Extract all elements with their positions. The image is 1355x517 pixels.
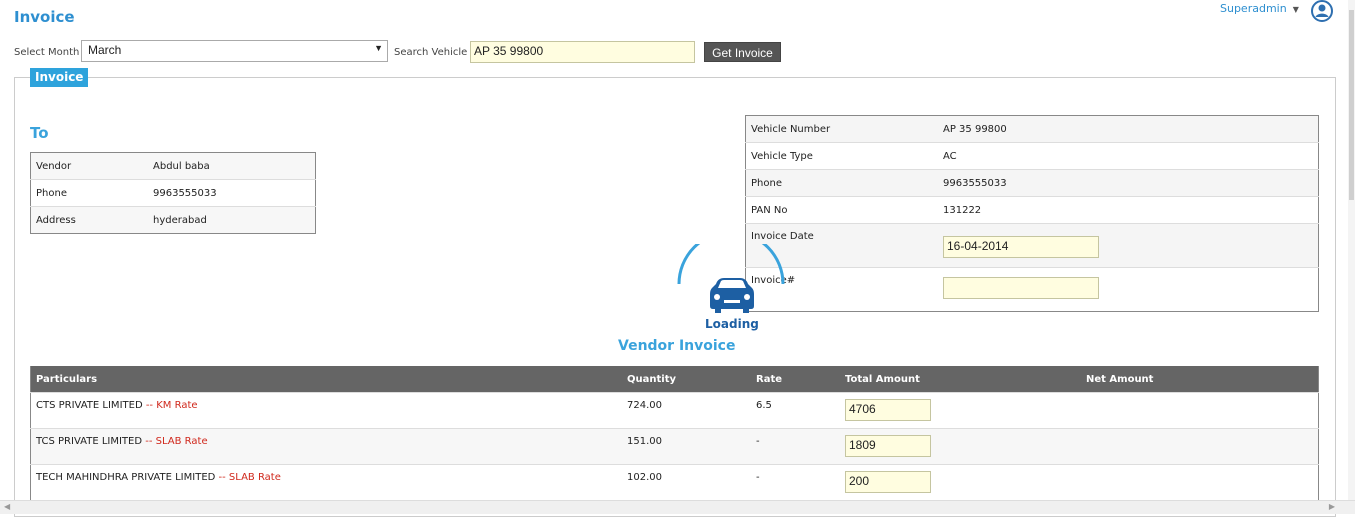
- company-name: CTS PRIVATE LIMITED: [36, 400, 143, 411]
- net-amount-cell: [1081, 464, 1319, 501]
- vehicle-phone-label: Phone: [745, 169, 938, 197]
- pan-label: PAN No: [745, 196, 938, 224]
- search-vehicle-label: Search Vehicle: [394, 47, 468, 58]
- vehicle-number-label: Vehicle Number: [751, 123, 831, 135]
- column-header-particulars: Particulars: [30, 366, 622, 393]
- vehicle-type-value: AC: [938, 142, 1319, 170]
- address-value: hyderabad: [148, 206, 316, 234]
- scroll-left-arrow-icon[interactable]: ◀: [4, 502, 10, 511]
- particulars-cell: CTS PRIVATE LIMITED -- KM Rate: [30, 392, 622, 429]
- invoice-date-input[interactable]: 16-04-2014: [943, 235, 1099, 258]
- column-header-rate: Rate: [751, 366, 840, 393]
- vendor-invoice-title: Vendor Invoice: [618, 338, 736, 354]
- scroll-right-arrow-icon[interactable]: ▶: [1329, 502, 1335, 511]
- address-row: Address hyderabad: [30, 206, 316, 234]
- vendor-info-table: Vendor Abdul baba Phone 9963555033 Addre…: [30, 152, 316, 234]
- caret-down-icon[interactable]: ▼: [1293, 5, 1299, 14]
- rate-cell: -: [751, 464, 840, 501]
- column-header-quantity: Quantity: [622, 366, 751, 393]
- vehicle-number-row: Vehicle Number AP 35 99800: [745, 115, 1319, 143]
- avatar-icon[interactable]: [1311, 0, 1333, 22]
- company-name: TCS PRIVATE LIMITED: [36, 436, 143, 447]
- invoice-number-row: Invoice#: [745, 267, 1319, 312]
- total-amount-input[interactable]: 1809: [845, 435, 931, 457]
- rate-cell: 6.5: [751, 392, 840, 429]
- user-name[interactable]: Superadmin: [1220, 2, 1287, 15]
- net-amount-cell: [1081, 428, 1319, 465]
- address-label: Address: [30, 206, 148, 234]
- page-title: Invoice: [14, 8, 75, 26]
- quantity-cell: 724.00: [622, 392, 751, 429]
- quantity-cell: 102.00: [622, 464, 751, 501]
- loading-indicator: Loading: [676, 244, 786, 339]
- user-menu[interactable]: Superadmin ▼: [1220, 2, 1299, 15]
- loading-text: Loading: [705, 317, 759, 331]
- vertical-scrollbar[interactable]: [1348, 0, 1355, 500]
- horizontal-scrollbar[interactable]: ◀ ▶: [0, 500, 1355, 514]
- vehicle-number-value: AP 35 99800: [943, 123, 1007, 135]
- search-vehicle-input[interactable]: AP 35 99800: [470, 41, 695, 63]
- pan-value: 131222: [938, 196, 1319, 224]
- to-heading: To: [30, 124, 49, 142]
- invoice-number-input[interactable]: [943, 277, 1099, 299]
- rate-type: -- SLAB Rate: [145, 436, 208, 447]
- phone-label: Phone: [30, 179, 148, 207]
- vendor-row: Vendor Abdul baba: [30, 152, 316, 180]
- pan-row: PAN No 131222: [745, 196, 1319, 224]
- vehicle-type-label: Vehicle Type: [745, 142, 938, 170]
- invoice-date-row: Invoice Date 16-04-2014: [745, 223, 1319, 268]
- vehicle-phone-value: 9963555033: [938, 169, 1319, 197]
- get-invoice-button[interactable]: Get Invoice: [704, 42, 781, 62]
- phone-row: Phone 9963555033: [30, 179, 316, 207]
- invoice-panel-tab: Invoice: [30, 68, 89, 87]
- vendor-label: Vendor: [36, 160, 72, 172]
- table-row: TECH MAHINDHRA PRIVATE LIMITED -- SLAB R…: [30, 464, 1319, 501]
- phone-value: 9963555033: [148, 179, 316, 207]
- dropdown-arrow-icon[interactable]: ▼: [374, 43, 383, 53]
- net-amount-cell: [1081, 392, 1319, 429]
- vehicle-type-row: Vehicle Type AC: [745, 142, 1319, 170]
- car-icon: [710, 278, 754, 313]
- table-row: CTS PRIVATE LIMITED -- KM Rate 724.00 6.…: [30, 392, 1319, 429]
- table-header-row: Particulars Quantity Rate Total Amount N…: [30, 366, 1319, 393]
- vendor-invoice-table: Particulars Quantity Rate Total Amount N…: [30, 366, 1319, 501]
- column-header-total-amount: Total Amount: [840, 366, 1081, 393]
- rate-type: -- SLAB Rate: [218, 472, 281, 483]
- table-row: TCS PRIVATE LIMITED -- SLAB Rate 151.00 …: [30, 428, 1319, 465]
- rate-type: -- KM Rate: [145, 400, 198, 411]
- company-name: TECH MAHINDHRA PRIVATE LIMITED: [36, 472, 216, 483]
- vendor-value: Abdul baba: [153, 160, 210, 172]
- column-header-net-amount: Net Amount: [1081, 366, 1319, 393]
- total-amount-input[interactable]: 200: [845, 471, 931, 493]
- rate-cell: -: [751, 428, 840, 465]
- particulars-cell: TECH MAHINDHRA PRIVATE LIMITED -- SLAB R…: [30, 464, 622, 501]
- vertical-scrollbar-thumb[interactable]: [1349, 10, 1354, 200]
- quantity-cell: 151.00: [622, 428, 751, 465]
- vehicle-phone-row: Phone 9963555033: [745, 169, 1319, 197]
- vehicle-info-table: Vehicle Number AP 35 99800 Vehicle Type …: [745, 115, 1319, 312]
- total-amount-input[interactable]: 4706: [845, 399, 931, 421]
- select-month-label: Select Month: [14, 47, 80, 58]
- particulars-cell: TCS PRIVATE LIMITED -- SLAB Rate: [30, 428, 622, 465]
- month-select-value: March: [88, 43, 122, 57]
- month-select[interactable]: March ▼: [81, 40, 388, 62]
